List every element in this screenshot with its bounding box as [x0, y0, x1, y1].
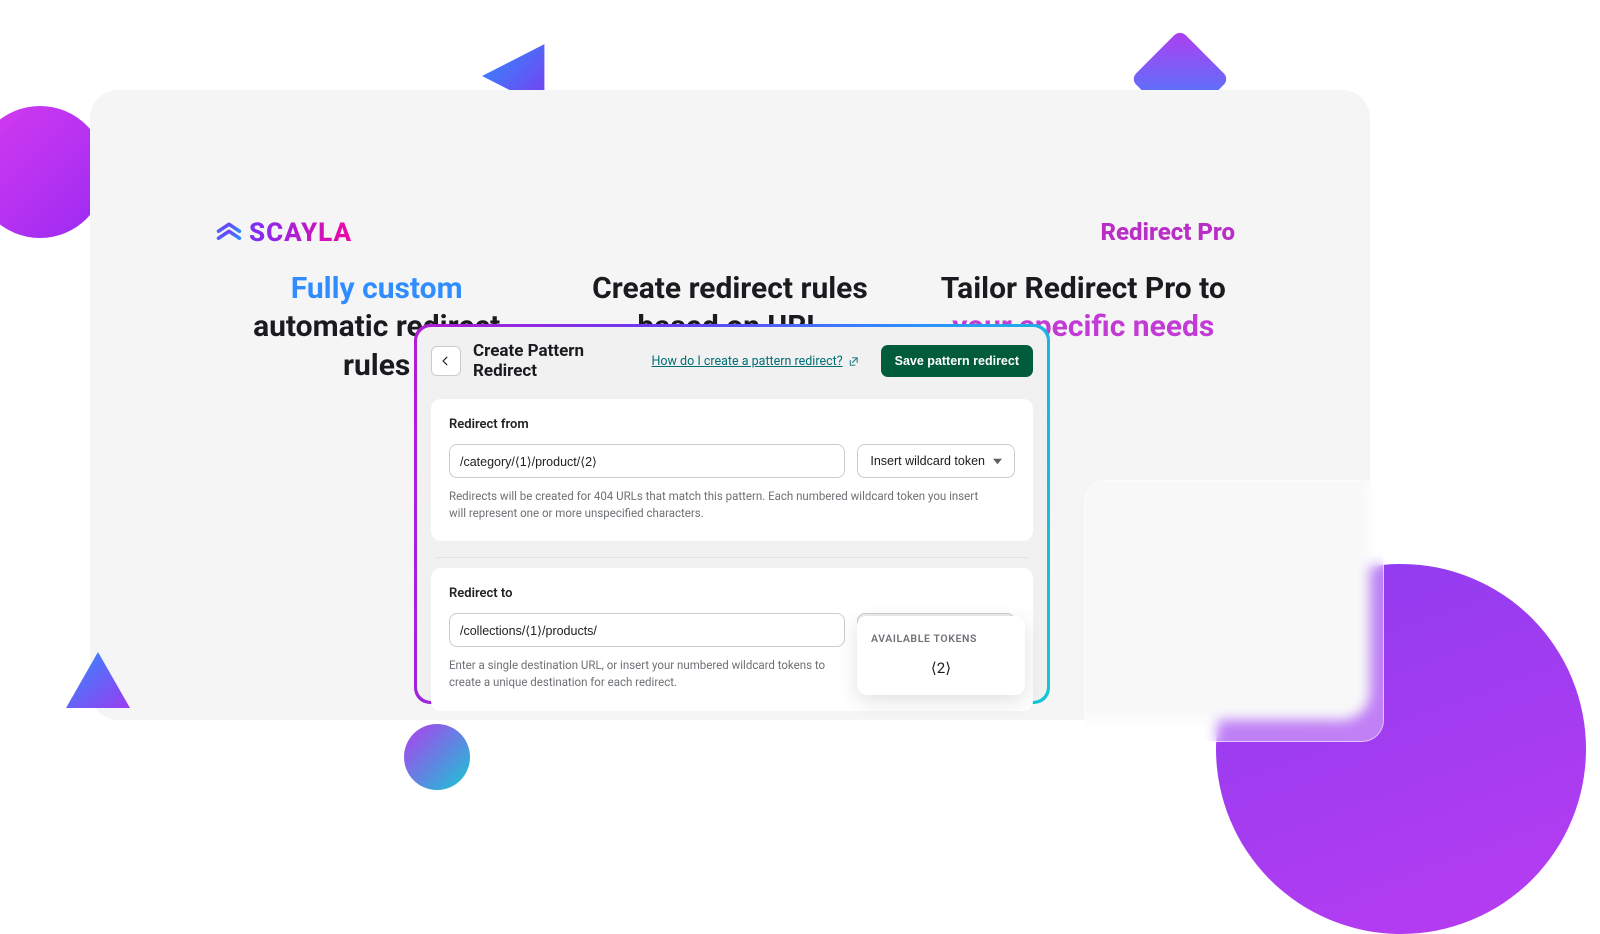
app-panel: Create Pattern Redirect How do I create …: [417, 327, 1047, 701]
popover-title: AVAILABLE TOKENS: [871, 632, 1011, 645]
arrow-left-icon: [439, 354, 453, 368]
section-divider: [435, 557, 1029, 558]
external-link-icon: [848, 356, 859, 367]
back-button[interactable]: [431, 346, 461, 376]
popover-token-option[interactable]: ⟨2⟩: [871, 659, 1011, 677]
wildcard-popover: AVAILABLE TOKENS ⟨2⟩: [857, 616, 1025, 695]
redirect-from-section: Redirect from Insert wildcard token Redi…: [431, 399, 1033, 541]
help-link[interactable]: How do I create a pattern redirect?: [652, 354, 859, 369]
brand-icon: [215, 219, 243, 247]
redirect-from-input[interactable]: [449, 444, 845, 478]
redirect-to-section: Redirect to Insert wildcard token Enter …: [431, 568, 1033, 710]
product-name: Redirect Pro: [1100, 218, 1235, 246]
redirect-from-helper: Redirects will be created for 404 URLs t…: [449, 488, 989, 521]
decorative-glass-card: [1084, 480, 1384, 742]
save-pattern-redirect-button[interactable]: Save pattern redirect: [881, 345, 1033, 377]
dropdown-label: Insert wildcard token: [870, 454, 985, 468]
redirect-to-helper: Enter a single destination URL, or inser…: [449, 657, 849, 690]
redirect-from-label: Redirect from: [449, 417, 1015, 432]
redirect-to-input[interactable]: [449, 613, 845, 647]
help-link-label: How do I create a pattern redirect?: [652, 354, 843, 369]
caret-down-icon: [993, 457, 1002, 466]
insert-wildcard-from-button[interactable]: Insert wildcard token: [857, 444, 1015, 478]
redirect-to-label: Redirect to: [449, 586, 1015, 601]
brand-logo: SCAYLA: [215, 218, 352, 248]
panel-header: Create Pattern Redirect How do I create …: [431, 339, 1033, 393]
decorative-triangle: [58, 636, 138, 716]
panel-title: Create Pattern Redirect: [473, 341, 640, 381]
decorative-circle-small: [404, 724, 470, 790]
app-panel-border: Create Pattern Redirect How do I create …: [414, 324, 1050, 704]
brand-name: SCAYLA: [249, 218, 352, 248]
